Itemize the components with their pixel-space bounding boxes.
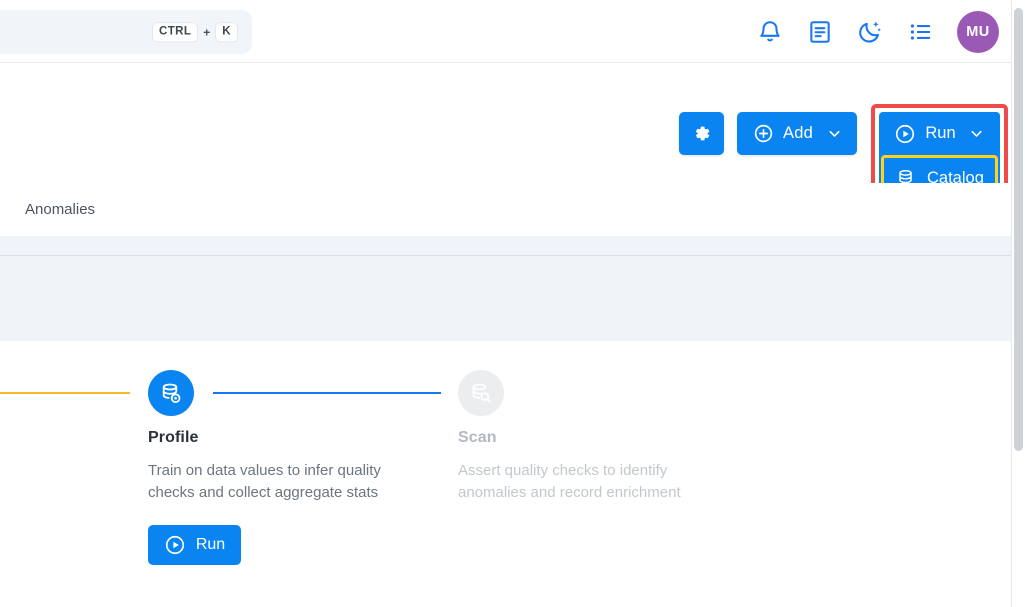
shortcut-key-ctrl: CTRL xyxy=(152,22,199,42)
dark-mode-icon[interactable] xyxy=(857,19,883,45)
scrollbar-thumb[interactable] xyxy=(1014,8,1023,451)
tab-strip: Anomalies xyxy=(0,183,1012,236)
shortcut-plus: + xyxy=(203,25,211,39)
app-root: CTRL + K MU Add Run Catalog Anomalies Pr… xyxy=(0,0,1025,607)
divider xyxy=(0,255,1012,256)
chevron-down-icon xyxy=(971,130,982,137)
onboarding-card: s and ata Profile Train on data values t… xyxy=(0,341,975,607)
step-icon-scan[interactable] xyxy=(458,370,504,416)
run-button[interactable]: Run xyxy=(879,112,1000,155)
profile-run-button[interactable]: Run xyxy=(148,525,241,565)
play-circle-icon xyxy=(165,535,184,555)
tab-anomalies[interactable]: Anomalies xyxy=(25,183,95,236)
step-title-scan: Scan xyxy=(458,429,497,446)
global-search-input[interactable]: CTRL + K xyxy=(0,10,252,54)
tab-label: Anomalies xyxy=(25,201,96,218)
avatar-initials: MU xyxy=(966,23,990,40)
search-shortcut-hint: CTRL + K xyxy=(152,22,238,42)
step-column-profile: Profile Train on data values to infer qu… xyxy=(148,429,410,504)
run-button-label: Run xyxy=(925,124,956,142)
settings-gear-button[interactable] xyxy=(679,112,725,155)
stepper-connector-current xyxy=(213,392,441,394)
play-circle-icon xyxy=(896,124,915,143)
step-description-profile: Train on data values to infer quality ch… xyxy=(148,462,381,501)
profile-run-button-label: Run xyxy=(195,536,226,553)
step-column-scan: Scan Assert quality checks to identify a… xyxy=(458,429,720,504)
stepper-connector-completed xyxy=(0,392,130,394)
page-action-row: Add xyxy=(679,112,857,155)
add-button[interactable]: Add xyxy=(737,112,857,155)
step-title-profile: Profile xyxy=(148,429,199,446)
avatar[interactable]: MU xyxy=(957,10,999,53)
top-bar-icon-group: MU xyxy=(757,0,999,63)
sub-header-band: ce datastore xyxy=(0,236,1012,341)
activity-list-icon[interactable] xyxy=(907,19,933,45)
top-bar: CTRL + K MU xyxy=(0,0,1012,63)
step-icon-profile[interactable] xyxy=(148,370,194,416)
add-button-label: Add xyxy=(783,124,813,142)
gear-icon xyxy=(696,126,710,141)
plus-circle-icon xyxy=(754,124,773,143)
stepper xyxy=(0,370,975,422)
vertical-scrollbar[interactable] xyxy=(1012,0,1025,607)
shortcut-key-k: K xyxy=(215,22,238,42)
docs-icon[interactable] xyxy=(807,19,833,45)
chevron-down-icon xyxy=(829,130,840,137)
step-description-scan: Assert quality checks to identify anomal… xyxy=(458,462,681,501)
notifications-bell-icon[interactable] xyxy=(757,19,783,45)
